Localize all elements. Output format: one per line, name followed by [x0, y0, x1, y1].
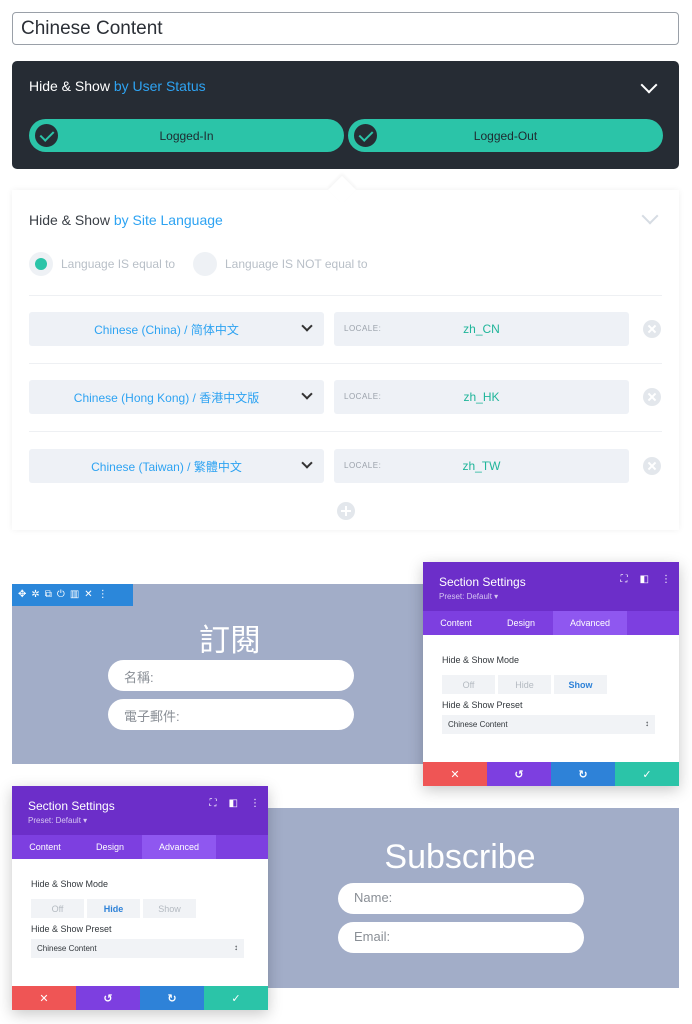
- more-icon[interactable]: ⋮: [250, 798, 260, 809]
- cancel-button[interactable]: ✕: [12, 986, 76, 1010]
- undo-button[interactable]: ↺: [76, 986, 140, 1010]
- tab-content[interactable]: Content: [423, 611, 489, 635]
- mode-segmented-control: Off Hide Show: [31, 899, 196, 918]
- add-row-icon[interactable]: [337, 502, 355, 520]
- locale-field[interactable]: LOCALE: zh_TW: [334, 449, 629, 483]
- check-icon: [33, 122, 60, 149]
- radio-empty-icon: [193, 252, 217, 276]
- remove-row-icon[interactable]: [643, 388, 661, 406]
- modal-title: Section Settings: [439, 575, 526, 589]
- language-select[interactable]: Chinese (Hong Kong) / 香港中文版: [29, 380, 324, 414]
- check-icon: [352, 122, 379, 149]
- tab-advanced[interactable]: Advanced: [142, 835, 216, 859]
- tab-design[interactable]: Design: [78, 835, 142, 859]
- preset-label: Hide & Show Preset: [31, 924, 112, 934]
- language-row: Chinese (China) / 简体中文 LOCALE: zh_CN: [29, 312, 662, 346]
- move-icon[interactable]: ✥: [18, 590, 26, 600]
- chevron-down-icon: [301, 388, 313, 400]
- locale-field[interactable]: LOCALE: zh_HK: [334, 380, 629, 414]
- user-status-title: Hide & Show by User Status: [29, 78, 206, 94]
- logged-out-toggle[interactable]: Logged-Out: [348, 119, 663, 152]
- mode-segmented-control: Off Hide Show: [442, 675, 607, 694]
- radio-selected-icon: [29, 252, 53, 276]
- email-field[interactable]: 電子郵件:: [108, 699, 354, 730]
- preset-name-input[interactable]: [12, 12, 679, 45]
- section-toolbar: ✥ ✲ ⧉ ⏻ ▥ ✕ ⋮: [12, 584, 133, 606]
- redo-button[interactable]: ↻: [140, 986, 204, 1010]
- gear-icon[interactable]: ✲: [31, 590, 39, 600]
- modal-title: Section Settings: [28, 799, 115, 813]
- remove-row-icon[interactable]: [643, 320, 661, 338]
- email-field[interactable]: Email:: [338, 922, 584, 953]
- collapse-chevron-icon[interactable]: [641, 207, 659, 225]
- close-icon[interactable]: ✕: [84, 590, 92, 600]
- language-select[interactable]: Chinese (China) / 简体中文: [29, 312, 324, 346]
- preset-dropdown[interactable]: Preset: Default ▾: [439, 592, 498, 601]
- save-button[interactable]: ✓: [615, 762, 679, 786]
- site-language-panel: Hide & Show by Site Language Language IS…: [12, 175, 679, 530]
- mode-show-button[interactable]: Show: [554, 675, 607, 694]
- section-heading: 訂閱: [199, 623, 261, 658]
- section-settings-modal: Section Settings Preset: Default ▾ ⛶ ◧ ⋮…: [12, 786, 268, 1010]
- mode-off-button[interactable]: Off: [31, 899, 84, 918]
- language-select[interactable]: Chinese (Taiwan) / 繁體中文: [29, 449, 324, 483]
- tab-design[interactable]: Design: [489, 611, 553, 635]
- power-icon[interactable]: ⏻: [57, 590, 65, 600]
- language-row: Chinese (Hong Kong) / 香港中文版 LOCALE: zh_H…: [29, 380, 662, 414]
- fullscreen-icon[interactable]: ⛶: [621, 574, 628, 585]
- modal-tabs: Content Design Advanced: [423, 611, 679, 635]
- site-language-title: Hide & Show by Site Language: [29, 212, 223, 228]
- tab-advanced[interactable]: Advanced: [553, 611, 627, 635]
- more-icon[interactable]: ⋮: [98, 590, 108, 600]
- mode-off-button[interactable]: Off: [442, 675, 495, 694]
- collapse-chevron-icon[interactable]: [640, 76, 658, 94]
- mode-label: Hide & Show Mode: [31, 879, 109, 889]
- mode-label: Hide & Show Mode: [442, 655, 520, 665]
- duplicate-icon[interactable]: ⧉: [45, 590, 52, 600]
- name-field[interactable]: 名稱:: [108, 660, 354, 691]
- radio-language-equal[interactable]: Language IS equal to: [29, 252, 175, 276]
- modal-tabs: Content Design Advanced: [12, 835, 268, 859]
- undo-button[interactable]: ↺: [487, 762, 551, 786]
- split-view-icon[interactable]: ◧: [229, 798, 238, 809]
- remove-row-icon[interactable]: [643, 457, 661, 475]
- cancel-button[interactable]: ✕: [423, 762, 487, 786]
- preset-label: Hide & Show Preset: [442, 700, 523, 710]
- language-row: Chinese (Taiwan) / 繁體中文 LOCALE: zh_TW: [29, 449, 662, 483]
- redo-button[interactable]: ↻: [551, 762, 615, 786]
- fullscreen-icon[interactable]: ⛶: [210, 798, 217, 809]
- name-field[interactable]: Name:: [338, 883, 584, 914]
- mode-hide-button[interactable]: Hide: [87, 899, 140, 918]
- chevron-down-icon: [301, 457, 313, 469]
- tab-content[interactable]: Content: [12, 835, 78, 859]
- preset-select[interactable]: Chinese Content: [442, 715, 655, 734]
- trash-icon[interactable]: ▥: [70, 590, 79, 600]
- split-view-icon[interactable]: ◧: [640, 574, 649, 585]
- section-heading: Subscribe: [384, 838, 536, 876]
- mode-hide-button[interactable]: Hide: [498, 675, 551, 694]
- radio-language-not-equal[interactable]: Language IS NOT equal to: [193, 252, 368, 276]
- preset-select[interactable]: Chinese Content: [31, 939, 244, 958]
- more-icon[interactable]: ⋮: [661, 574, 671, 585]
- preset-dropdown[interactable]: Preset: Default ▾: [28, 816, 87, 825]
- logged-in-toggle[interactable]: Logged-In: [29, 119, 344, 152]
- locale-field[interactable]: LOCALE: zh_CN: [334, 312, 629, 346]
- mode-show-button[interactable]: Show: [143, 899, 196, 918]
- save-button[interactable]: ✓: [204, 986, 268, 1010]
- user-status-panel: Hide & Show by User Status Logged-In Log…: [12, 61, 679, 169]
- chevron-down-icon: [301, 320, 313, 332]
- section-settings-modal: Section Settings Preset: Default ▾ ⛶ ◧ ⋮…: [423, 562, 679, 786]
